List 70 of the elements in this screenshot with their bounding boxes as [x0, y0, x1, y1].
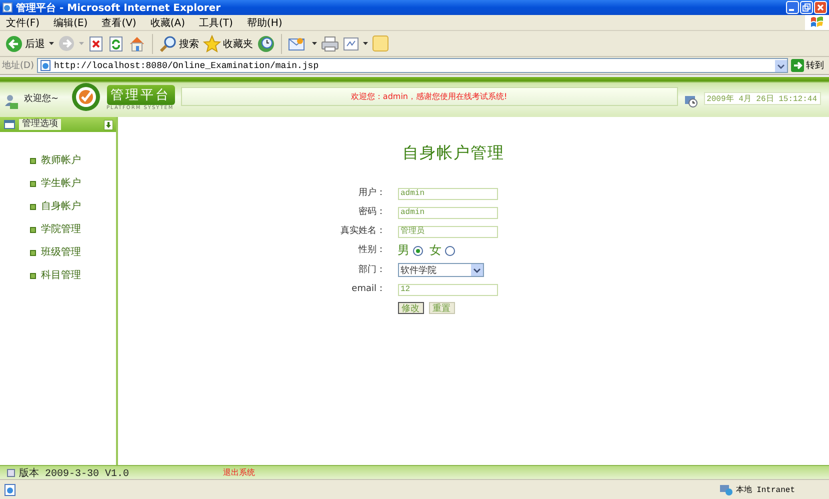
sidebar-item[interactable]: 科目管理 [41, 269, 81, 283]
clock-icon [684, 95, 698, 108]
down-arrow-icon[interactable] [104, 120, 113, 130]
sidebar-item[interactable]: 学生帐户 [41, 177, 81, 191]
network-icon [718, 484, 733, 496]
security-zone: 本地 Intranet [736, 484, 795, 495]
dropdown-arrow-icon[interactable] [363, 42, 368, 45]
sidebar-item[interactable]: 学院管理 [41, 223, 81, 237]
windows-flag-icon [810, 16, 824, 29]
go-button[interactable]: 转到 [791, 59, 827, 72]
user-icon [4, 94, 18, 110]
welcome-message: 欢迎您：admin，感谢您使用在线考试系统! [350, 91, 508, 102]
edit-icon[interactable] [343, 36, 359, 50]
window-title: 管理平台 - Microsoft Internet Explorer [16, 2, 222, 14]
field-label: 性别： [357, 244, 386, 257]
input-field[interactable]: admin [398, 206, 498, 218]
input-field[interactable]: 管理员 [398, 226, 498, 238]
history-icon[interactable] [257, 34, 275, 52]
sidebar-item[interactable]: 自身帐户 [41, 200, 81, 214]
field-label: 密码： [358, 206, 386, 219]
field-label: 部门： [358, 264, 386, 276]
search-icon [159, 34, 177, 52]
bullet-icon [30, 227, 36, 233]
bullet-icon [30, 181, 36, 187]
app-icon [2, 2, 13, 13]
input-field[interactable]: admin [398, 188, 498, 200]
close-button[interactable] [814, 1, 827, 14]
menu-item[interactable]: 查看(V) [102, 16, 136, 30]
radio-label: 男 [398, 242, 410, 259]
page-icon [4, 484, 16, 496]
sidebar-item[interactable]: 教师帐户 [41, 154, 81, 168]
date-time: 2009年 4月 26日 15:12:44 [704, 92, 821, 105]
radio-label: 女 [430, 242, 442, 259]
dropdown-arrow-icon[interactable] [312, 42, 317, 45]
menu-item[interactable]: 文件(F) [6, 16, 40, 30]
menu-item[interactable]: 收藏(A) [150, 16, 185, 30]
refresh-icon[interactable] [108, 36, 124, 52]
search-button[interactable]: 搜索 [159, 34, 199, 52]
page-icon [40, 60, 51, 71]
field-label: email： [350, 283, 386, 296]
star-icon [203, 34, 221, 52]
version-text: 版本 2009-3-30 V1.0 [19, 466, 130, 480]
stop-icon[interactable] [88, 36, 104, 52]
menu-item[interactable]: 编辑(E) [54, 16, 88, 30]
greeting-text: 欢迎您~ [24, 92, 59, 105]
address-field[interactable]: http://localhost:8080/Online_Examination/main.jsp [36, 58, 788, 73]
field-label: 用户： [358, 187, 386, 200]
minimize-button[interactable] [786, 1, 799, 14]
form-title: 自身帐户管理 [402, 143, 504, 164]
field-label: 真实姓名： [340, 225, 386, 238]
bullet-icon [30, 204, 36, 210]
menu-item[interactable]: 工具(T) [199, 16, 233, 30]
logo-title: 管理平台 [106, 85, 175, 105]
sidebar-item[interactable]: 班级管理 [41, 246, 81, 260]
back-button[interactable]: 后退 [5, 34, 45, 52]
restore-button[interactable] [800, 1, 813, 14]
target-logo-icon [70, 82, 101, 112]
dropdown-arrow-icon[interactable] [49, 42, 54, 45]
menu-item[interactable]: 帮助(H) [246, 16, 282, 30]
sidebar-title: 管理选项 [19, 119, 61, 130]
bullet-icon [30, 273, 36, 279]
bullet-icon [30, 250, 36, 256]
home-icon[interactable] [128, 35, 146, 52]
bullet-icon [30, 158, 36, 164]
department-select[interactable]: 软件学院 [398, 263, 484, 277]
radio-button[interactable] [412, 246, 422, 256]
right-arrow-icon [791, 59, 804, 72]
radio-button[interactable] [444, 246, 454, 256]
favorites-button[interactable]: 收藏夹 [203, 34, 253, 52]
address-label: 地址(D) [2, 60, 34, 72]
